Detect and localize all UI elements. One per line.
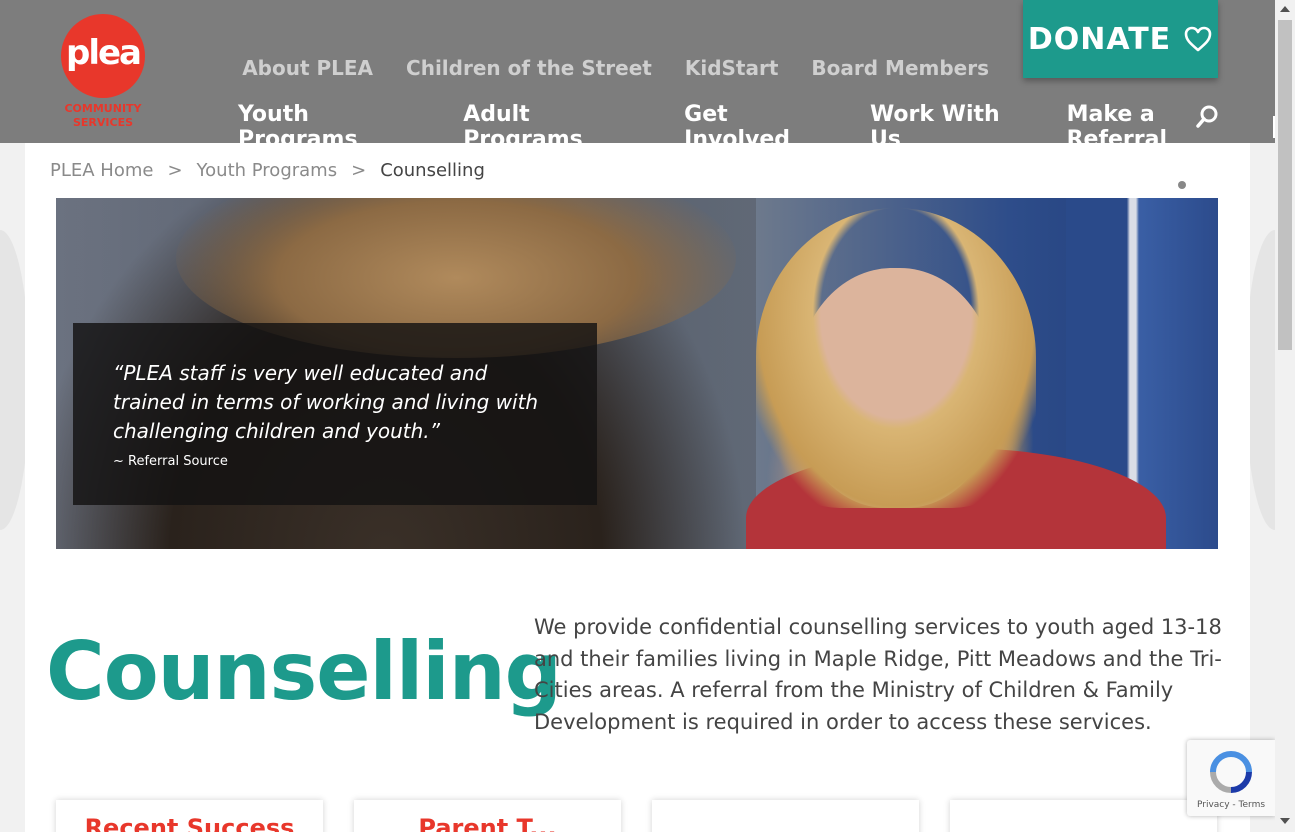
card-recent-success[interactable]: Recent Success <box>56 800 323 832</box>
recaptcha-links[interactable]: Privacy - Terms <box>1187 800 1275 810</box>
plea-logo[interactable]: plea COMMUNITY SERVICES <box>58 12 148 132</box>
intro-paragraph: We provide confidential counselling serv… <box>534 615 1222 734</box>
main-nav-get-involved[interactable]: Get Involved <box>684 102 835 152</box>
slider-dot[interactable] <box>1178 181 1186 189</box>
breadcrumb-home[interactable]: PLEA Home <box>50 160 153 181</box>
main-nav-work-with-us[interactable]: Work With Us <box>870 102 1032 152</box>
page-title: Counselling <box>46 625 562 718</box>
breadcrumb-current: Counselling <box>380 160 485 181</box>
top-nav: About PLEA Children of the Street KidSta… <box>242 56 989 80</box>
main-nav-youth-programs[interactable]: Youth Programs <box>238 102 428 152</box>
donate-button[interactable]: DONATE <box>1023 0 1218 78</box>
site-header: plea COMMUNITY SERVICES About PLEA Child… <box>0 0 1275 152</box>
quote-source: ~ Referral Source <box>113 454 228 469</box>
card-parent[interactable]: Parent T... <box>354 800 621 832</box>
card-title: Recent Success <box>84 814 295 832</box>
quote-text: “PLEA staff is very well educated and tr… <box>113 361 539 443</box>
quote-box: “PLEA staff is very well educated and tr… <box>73 323 597 505</box>
hero-banner: “PLEA staff is very well educated and tr… <box>56 198 1218 549</box>
search-icon[interactable] <box>1196 104 1220 128</box>
logo-word: plea <box>66 33 142 73</box>
card-3[interactable] <box>652 800 919 832</box>
logo-circle: plea <box>61 14 145 98</box>
heart-icon <box>1184 26 1212 52</box>
breadcrumb-separator: > <box>167 160 183 181</box>
logo-subtitle: COMMUNITY SERVICES <box>64 102 142 129</box>
recaptcha-badge[interactable]: Privacy - Terms <box>1187 740 1275 816</box>
program-cards: Recent Success Parent T... <box>56 800 1217 832</box>
top-nav-board-members[interactable]: Board Members <box>811 56 989 80</box>
breadcrumb-separator: > <box>351 160 367 181</box>
scrollbar[interactable] <box>1275 0 1295 832</box>
breadcrumb: PLEA Home > Youth Programs > Counselling <box>50 160 485 181</box>
recaptcha-icon <box>1210 751 1252 793</box>
main-nav-adult-programs[interactable]: Adult Programs <box>463 102 649 152</box>
donate-label: DONATE <box>1027 21 1172 57</box>
top-nav-children-of-the-street[interactable]: Children of the Street <box>406 56 652 80</box>
card-title: Parent T... <box>418 814 557 832</box>
hero-girl-hair <box>756 208 1036 508</box>
main-nav-make-a-referral[interactable]: Make a Referral <box>1067 102 1256 152</box>
scroll-thumb[interactable] <box>1278 20 1292 350</box>
top-nav-about[interactable]: About PLEA <box>242 56 373 80</box>
top-nav-kidstart[interactable]: KidStart <box>685 56 779 80</box>
main-nav: Youth Programs Adult Programs Get Involv… <box>238 102 1275 152</box>
scroll-down-arrow[interactable] <box>1280 818 1290 824</box>
scroll-up-arrow[interactable] <box>1280 6 1290 12</box>
card-4[interactable] <box>950 800 1217 832</box>
breadcrumb-youth-programs[interactable]: Youth Programs <box>197 160 338 181</box>
